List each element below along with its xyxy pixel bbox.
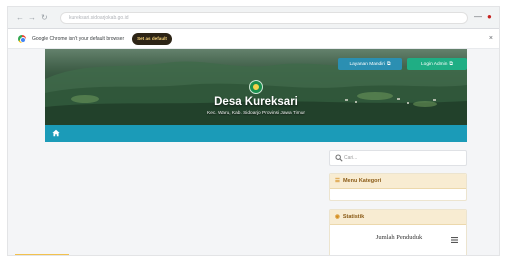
statistik-widget: ◉ Statistik Jumlah Penduduk (329, 209, 467, 255)
jumlah-penduduk-label: Jumlah Penduduk (375, 234, 423, 241)
external-link-icon: ⧉ (449, 61, 453, 67)
statistik-title: Statistik (342, 214, 365, 220)
external-link-icon: ⧉ (386, 61, 391, 67)
main-navigation (45, 125, 467, 142)
layanan-mandiri-label: Layanan Mandiri (349, 62, 385, 67)
default-browser-infobar: Google Chrome isn't your default browser… (8, 29, 499, 49)
search-box (329, 150, 467, 166)
browser-toolbar: ← → ↻ kureksari.sidoarjokab.go.id — ● (8, 7, 499, 29)
site-subtitle: Kec. Waru, Kab. Sidoarjo Provinsi Jawa T… (207, 111, 305, 116)
login-admin-label: Login Admin (421, 62, 448, 67)
browser-window: ← → ↻ kureksari.sidoarjokab.go.id — ● Go… (7, 6, 500, 256)
infobar-message: Google Chrome isn't your default browser (32, 36, 125, 42)
chrome-logo-icon (18, 35, 26, 43)
chart-pie-icon: ◉ (335, 214, 340, 220)
village-website: Layanan Mandiri ⧉ Login Admin ⧉ Desa Kurek… (45, 49, 467, 255)
back-icon[interactable]: ← (16, 13, 24, 23)
layanan-mandiri-button[interactable]: Layanan Mandiri ⧉ (338, 58, 402, 70)
set-default-button[interactable]: Set as default (132, 33, 172, 45)
list-icon: ☰ (335, 178, 340, 184)
infobar-close-icon[interactable]: × (489, 34, 493, 43)
address-bar[interactable]: kureksari.sidoarjokab.go.id (60, 12, 468, 24)
login-admin-button[interactable]: Login Admin ⧉ (407, 58, 467, 70)
statistik-header: ◉ Statistik (330, 210, 466, 225)
reload-icon[interactable]: ↻ (41, 13, 48, 23)
menu-kategori-title: Menu Kategori (342, 178, 382, 184)
site-title[interactable]: Desa Kureksari (45, 96, 467, 109)
village-logo[interactable] (249, 80, 263, 94)
menu-kategori-widget: ☰ Menu Kategori (329, 173, 467, 201)
profile-icon[interactable]: ● (487, 12, 492, 22)
home-icon[interactable] (52, 129, 60, 137)
minimize-icon[interactable]: — (474, 12, 482, 22)
page-loading-bar (15, 254, 69, 255)
menu-kategori-header: ☰ Menu Kategori (330, 174, 466, 189)
chart-menu-icon[interactable] (451, 237, 458, 243)
header-banner: Layanan Mandiri ⧉ Login Admin ⧉ Desa Kurek… (45, 49, 467, 125)
search-input[interactable] (344, 153, 462, 163)
forward-icon[interactable]: → (28, 13, 36, 23)
search-icon (335, 154, 343, 162)
